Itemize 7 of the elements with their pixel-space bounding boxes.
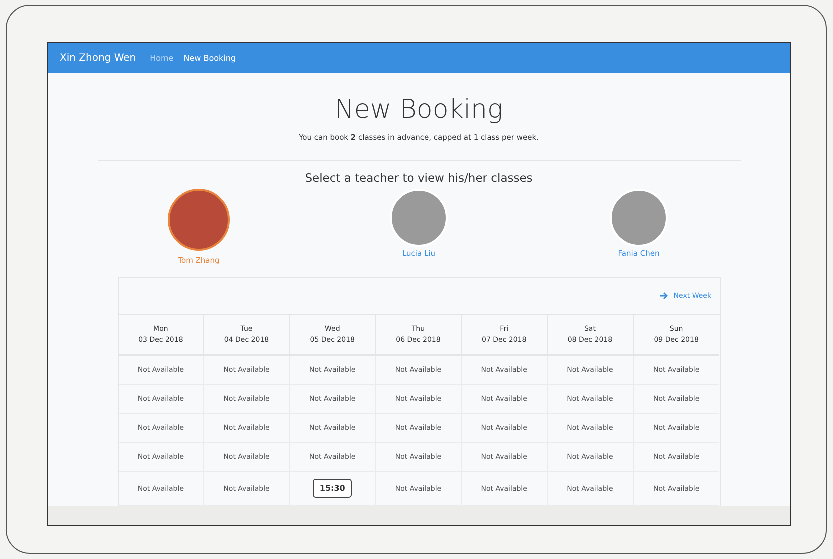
page-title: New Booking <box>334 95 504 125</box>
time-slot-button[interactable]: 15:30 <box>312 479 352 498</box>
nav-link[interactable]: New Booking <box>184 54 236 62</box>
brand-name: Xin Zhong Wen <box>60 52 136 64</box>
arrow-right-icon <box>660 292 668 300</box>
teacher-prompt: Select a teacher to view his/her classes <box>304 171 534 185</box>
nav-link[interactable]: Home <box>150 54 174 62</box>
